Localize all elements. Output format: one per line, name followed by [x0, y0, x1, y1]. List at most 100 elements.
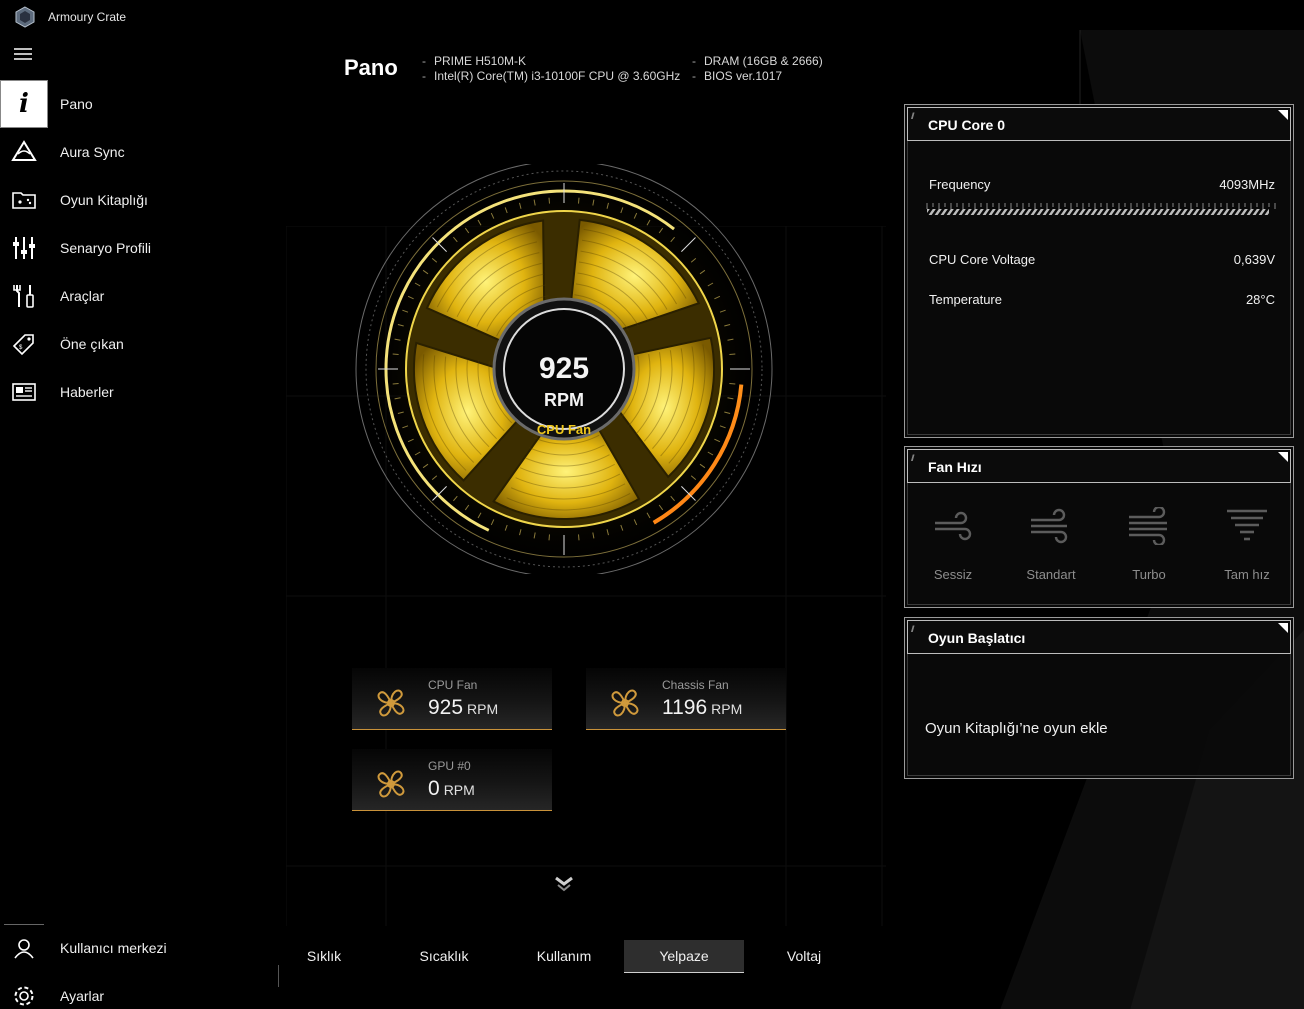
- user-icon: [14, 939, 34, 959]
- wind-turbo-icon: [1129, 507, 1167, 545]
- app-title: Armoury Crate: [48, 10, 127, 24]
- sidebar-item-scenario-profile[interactable]: Senaryo Profili: [0, 224, 232, 272]
- fan-card-chassis[interactable]: Chassis Fan 1196 RPM: [586, 668, 786, 730]
- motherboard-model: PRIME H510M-K: [434, 54, 527, 68]
- sidebar-item-label: Haberler: [60, 384, 114, 400]
- temperature-row: Temperature 28°C: [929, 292, 1275, 307]
- tab-usage[interactable]: Kullanım: [504, 940, 624, 973]
- panel-title: Oyun Başlatıcı: [928, 630, 1026, 646]
- fan-mode-label: Standart: [1026, 567, 1076, 582]
- fan-mode-silent[interactable]: Sessiz: [913, 501, 993, 582]
- fan-speed-panel: /// Fan Hızı Sessiz Standart Turbo Tam h…: [904, 446, 1294, 608]
- fan-name: CPU Fan: [428, 678, 478, 692]
- sidebar-item-game-library[interactable]: Oyun Kitaplığı: [0, 176, 232, 224]
- gear-icon: [14, 986, 34, 1006]
- sidebar-item-aura-sync[interactable]: Aura Sync: [0, 128, 232, 176]
- sidebar-item-label: Aura Sync: [60, 144, 125, 160]
- frequency-row: Frequency 4093MHz: [929, 177, 1275, 192]
- fan-card-gpu[interactable]: GPU #0 0 RPM: [352, 749, 552, 811]
- fan-card-cpu[interactable]: CPU Fan 925 RPM: [352, 668, 552, 730]
- tag-icon: $: [12, 334, 34, 356]
- panel-title: CPU Core 0: [928, 117, 1006, 133]
- frequency-bar: [926, 203, 1276, 215]
- gauge-tick: [392, 353, 399, 355]
- decorative-slashes: ///: [911, 111, 914, 121]
- temperature-label: Temperature: [929, 292, 1002, 307]
- system-info-left: - PRIME H510M-K - Intel(R) Core(TM) i3-101…: [422, 54, 681, 83]
- sidebar-item-settings[interactable]: Ayarlar: [0, 972, 232, 1009]
- gauge-tick: [729, 353, 736, 355]
- frequency-value: 4093MHz: [1219, 177, 1275, 192]
- gauge-tick: [392, 383, 399, 385]
- gauge-tick: [729, 383, 736, 385]
- fan-mode-label: Sessiz: [933, 567, 973, 582]
- fan-icon: [377, 689, 405, 717]
- fan-name: GPU #0: [428, 759, 471, 773]
- sidebar-item-news[interactable]: Haberler: [0, 368, 232, 416]
- voltage-label: CPU Core Voltage: [929, 252, 1036, 267]
- system-info-right: - DRAM (16GB & 2666) - BIOS ver.1017: [692, 54, 823, 83]
- cpu-core-panel: /// CPU Core 0 Frequency 4093MHz CPU Cor…: [904, 104, 1294, 438]
- cpu-model: Intel(R) Core(TM) i3-10100F CPU @ 3.60GH…: [434, 69, 681, 83]
- fan-icon: [377, 770, 405, 798]
- fan-mode-full-speed[interactable]: Tam hız: [1207, 501, 1287, 582]
- panel-corner-icon: [1278, 452, 1288, 462]
- menu-toggle-button[interactable]: [14, 48, 34, 64]
- fan-value: 925 RPM: [428, 696, 499, 719]
- gauge-tick: [548, 197, 550, 204]
- bios-version: BIOS ver.1017: [704, 69, 783, 83]
- fan-mode-turbo[interactable]: Turbo: [1109, 501, 1189, 582]
- tools-icon: [13, 285, 34, 308]
- sidebar-item-label: Kullanıcı merkezi: [60, 940, 167, 956]
- sliders-icon: [13, 237, 35, 259]
- page-title: Pano: [344, 55, 398, 80]
- fan-name: Chassis Fan: [662, 678, 729, 692]
- sidebar-item-label: Öne çıkan: [60, 336, 124, 352]
- tab-voltage[interactable]: Voltaj: [744, 940, 864, 973]
- hamburger-icon: [14, 48, 32, 50]
- armoury-crate-window: Armoury Crate i Pano Aura Sync Oyun Kita…: [0, 0, 1304, 1009]
- decorative-slashes: ///: [911, 624, 914, 634]
- panel-title: Fan Hızı: [928, 459, 982, 475]
- sidebar-item-label: Senaryo Profili: [60, 240, 152, 256]
- aura-triangle-icon: [11, 140, 37, 161]
- svg-text:$: $: [19, 345, 23, 351]
- panel-header: /// Fan Hızı: [907, 449, 1291, 483]
- add-game-link[interactable]: Oyun Kitaplığı’ne oyun ekle: [925, 720, 1108, 737]
- fan-value: 0 RPM: [428, 777, 475, 800]
- sidebar: Armoury Crate i Pano Aura Sync Oyun Kita…: [0, 0, 232, 1009]
- fan-mode-standard[interactable]: Standart: [1011, 501, 1091, 582]
- sidebar-item-label: Ayarlar: [60, 988, 105, 1004]
- sidebar-item-pano[interactable]: i Pano: [0, 80, 232, 128]
- gauge-tick: [578, 197, 580, 204]
- sidebar-item-tools[interactable]: Araçlar: [0, 272, 232, 320]
- panel-corner-icon: [1278, 110, 1288, 120]
- full-speed-icon: [1227, 509, 1267, 541]
- tab-frequency[interactable]: Sıklık: [264, 940, 384, 973]
- gauge-value: 925: [539, 352, 589, 385]
- tab-fan[interactable]: Yelpaze: [624, 940, 744, 973]
- wind-silent-icon: [935, 511, 972, 541]
- fan-value: 1196 RPM: [662, 696, 743, 719]
- scroll-down-chevron-icon[interactable]: [552, 872, 576, 896]
- fan-mode-label: Turbo: [1132, 567, 1166, 582]
- tab-temperature[interactable]: Sıcaklık: [384, 940, 504, 973]
- wind-standard-icon: [1031, 508, 1068, 544]
- temperature-value: 28°C: [1245, 292, 1275, 307]
- sidebar-item-featured[interactable]: $ Öne çıkan: [0, 320, 232, 368]
- fan-speed-gauge: 925 RPM CPU Fan: [355, 164, 773, 574]
- decorative-slashes: ///: [911, 453, 914, 463]
- game-launcher-panel: /// Oyun Başlatıcı Oyun Kitaplığı’ne oyu…: [904, 617, 1294, 779]
- news-icon: [12, 383, 36, 401]
- sidebar-item-user-center[interactable]: Kullanıcı merkezi: [0, 924, 232, 972]
- armoury-crate-logo-icon: [15, 6, 35, 28]
- voltage-value: 0,639V: [1233, 252, 1275, 267]
- sidebar-item-label: Araçlar: [60, 288, 105, 304]
- gauge-unit: RPM: [544, 390, 584, 410]
- sidebar-item-label: Oyun Kitaplığı: [60, 192, 148, 208]
- gauge-tick: [578, 534, 580, 541]
- fan-icon: [611, 689, 639, 717]
- sidebar-item-label: Pano: [60, 96, 93, 112]
- frequency-label: Frequency: [929, 177, 991, 192]
- fan-mode-label: Tam hız: [1224, 567, 1270, 582]
